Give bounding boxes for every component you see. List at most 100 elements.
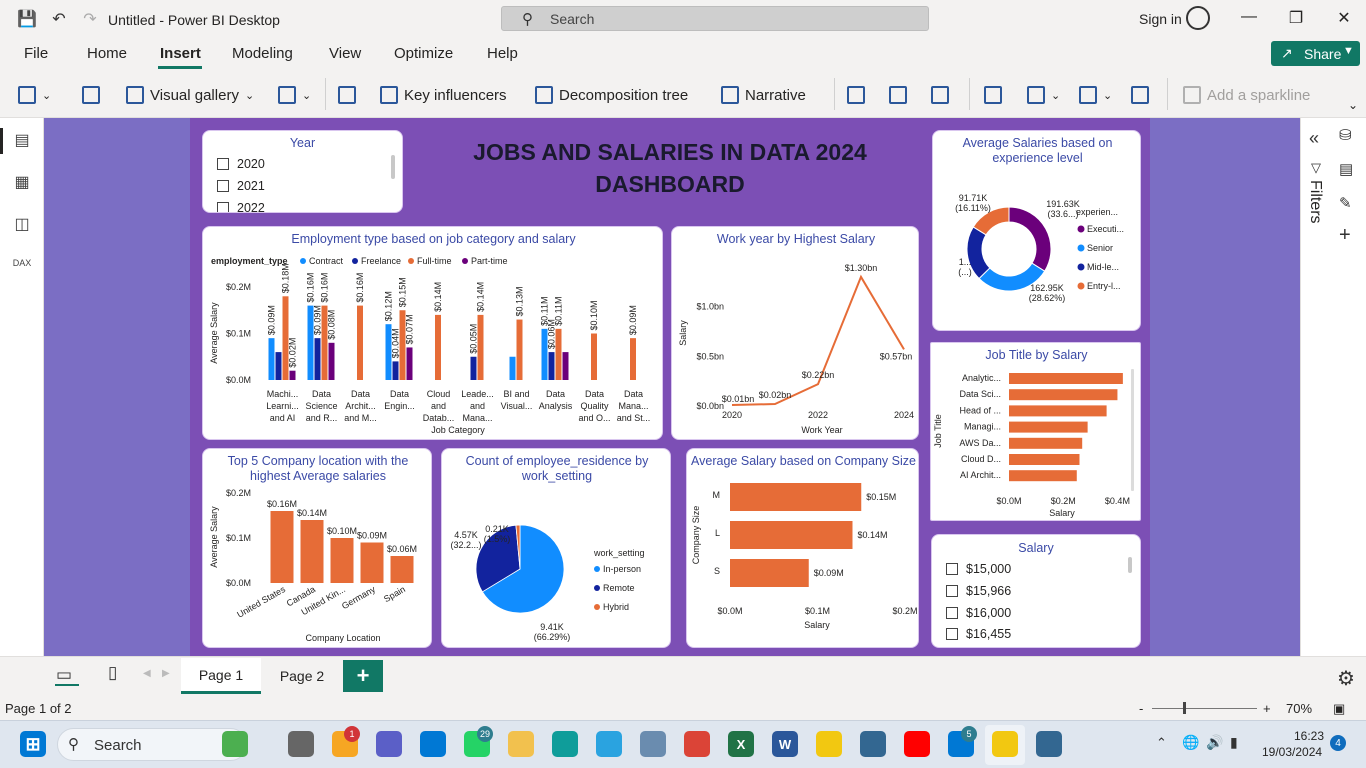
- residence-pie-card[interactable]: Count of employee_residence by work_setti…: [441, 448, 671, 648]
- tab-page-1[interactable]: Page 1: [181, 658, 261, 694]
- zoom-slider-handle[interactable]: [1183, 702, 1186, 714]
- year-slicer[interactable]: Year 2020 2021 2022: [202, 130, 403, 213]
- decomposition-tree-button[interactable]: Decomposition tree: [535, 86, 688, 104]
- collapse-pane-icon[interactable]: «: [1309, 128, 1319, 149]
- dax-query-view-icon[interactable]: DAX: [12, 258, 32, 276]
- qa-button[interactable]: [338, 86, 356, 104]
- menu-insert[interactable]: Insert: [160, 45, 201, 62]
- windows-start-icon[interactable]: ⊞: [20, 731, 46, 757]
- tab-page-2[interactable]: Page 2: [263, 658, 341, 694]
- scrollbar[interactable]: [1128, 557, 1132, 573]
- minimize-icon[interactable]: —: [1239, 8, 1259, 26]
- chrome-icon[interactable]: [684, 731, 710, 757]
- checkbox[interactable]: [217, 180, 229, 192]
- menu-optimize[interactable]: Optimize: [394, 45, 453, 62]
- jobtitle-chart-card[interactable]: Job Title by Salary Analytic... Data Sci..…: [930, 342, 1141, 521]
- model-view-icon[interactable]: ◫: [12, 214, 32, 233]
- image-button[interactable]: [1131, 86, 1149, 104]
- fit-to-page-icon[interactable]: ▣: [1333, 701, 1345, 717]
- task-view-icon[interactable]: [288, 731, 314, 757]
- redo-icon[interactable]: ↷: [80, 9, 100, 29]
- menu-view[interactable]: View: [329, 45, 361, 62]
- report-view-icon[interactable]: ▤: [12, 130, 32, 149]
- experience-donut-card[interactable]: Average Salaries based on experience leve…: [932, 130, 1141, 331]
- checkbox[interactable]: [946, 628, 958, 640]
- format-pane-icon[interactable]: ✎: [1339, 194, 1352, 212]
- bar-chart-button[interactable]: [82, 86, 100, 104]
- checkbox[interactable]: [217, 158, 229, 170]
- table-view-icon[interactable]: ▦: [12, 172, 32, 191]
- search-input[interactable]: ⚲ Search: [501, 6, 929, 31]
- companysize-chart-card[interactable]: Average Salary based on Company Size M $0.…: [686, 448, 919, 648]
- app-icon[interactable]: [640, 731, 666, 757]
- narrative-button[interactable]: Narrative: [721, 86, 806, 104]
- filters-pane-label[interactable]: Filters: [1306, 180, 1324, 224]
- word-icon[interactable]: W: [772, 731, 798, 757]
- menu-home[interactable]: Home: [87, 45, 127, 62]
- menu-modeling[interactable]: Modeling: [232, 45, 293, 62]
- user-avatar-icon[interactable]: [1186, 6, 1210, 30]
- restore-icon[interactable]: ❐: [1286, 8, 1306, 28]
- checkbox[interactable]: [946, 585, 958, 597]
- powerbi-icon[interactable]: [816, 731, 842, 757]
- power-apps-button[interactable]: [889, 86, 907, 104]
- slicer-item[interactable]: $15,000: [946, 562, 1011, 576]
- battery-icon[interactable]: ▮: [1230, 734, 1238, 751]
- telegram-icon[interactable]: [596, 731, 622, 757]
- settings-gear-icon[interactable]: ⚙: [1337, 666, 1355, 691]
- file-explorer-icon[interactable]: [508, 731, 534, 757]
- paginated-report-button[interactable]: [847, 86, 865, 104]
- employment-chart-card[interactable]: Employment type based on job category an…: [202, 226, 663, 440]
- store-icon[interactable]: [420, 731, 446, 757]
- more-visuals-button[interactable]: ⌄: [278, 86, 311, 104]
- slicer-item[interactable]: $15,966: [946, 584, 1011, 598]
- buttons-button[interactable]: ⌄: [1027, 86, 1060, 104]
- data-pane-icon[interactable]: ⛁: [1339, 126, 1352, 144]
- notification-count[interactable]: 4: [1330, 735, 1346, 751]
- share-button[interactable]: ↗ Share ▼: [1271, 41, 1360, 66]
- scroll-right-icon[interactable]: ▶: [162, 668, 170, 679]
- postgres-icon[interactable]: [860, 731, 886, 757]
- scroll-left-icon[interactable]: ◀: [143, 668, 151, 679]
- postgres-admin-icon[interactable]: [1036, 731, 1062, 757]
- youtube-icon[interactable]: [904, 731, 930, 757]
- checkbox[interactable]: [946, 563, 958, 575]
- ribbon-collapse-button[interactable]: ⌄: [1348, 98, 1358, 112]
- desktop-layout-icon[interactable]: ▭: [56, 665, 72, 685]
- add-page-button[interactable]: +: [343, 660, 383, 692]
- network-icon[interactable]: 🌐: [1182, 734, 1199, 751]
- menu-help[interactable]: Help: [487, 45, 518, 62]
- visualizations-pane-icon[interactable]: ▤: [1339, 160, 1353, 178]
- slicer-item[interactable]: 2020: [217, 157, 265, 171]
- slicer-item[interactable]: $16,000: [946, 606, 1011, 620]
- visual-gallery-button[interactable]: Visual gallery ⌄: [126, 86, 254, 104]
- sign-in-link[interactable]: Sign in: [1139, 11, 1182, 27]
- taskbar-search[interactable]: ⚲ Search: [57, 728, 247, 761]
- add-sparkline-button[interactable]: Add a sparkline: [1183, 86, 1310, 104]
- teams-icon[interactable]: [376, 731, 402, 757]
- salary-slicer[interactable]: Salary $15,000 $15,966 $16,000 $16,455: [931, 534, 1141, 648]
- text-box-button[interactable]: [984, 86, 1002, 104]
- menu-file[interactable]: File: [24, 45, 48, 62]
- save-icon[interactable]: 💾: [17, 9, 37, 29]
- zoom-slider[interactable]: [1152, 708, 1257, 709]
- new-visual-button[interactable]: ⌄: [18, 86, 51, 104]
- tray-chevron-icon[interactable]: ⌃: [1156, 735, 1167, 751]
- add-pane-icon[interactable]: +: [1339, 224, 1351, 247]
- close-icon[interactable]: ✕: [1334, 8, 1354, 28]
- checkbox[interactable]: [946, 607, 958, 619]
- workyear-chart-card[interactable]: Work year by Highest Salary $0.0bn $0.5bn $…: [671, 226, 919, 440]
- slicer-item[interactable]: 2021: [217, 179, 265, 193]
- powerbi-active-icon[interactable]: [992, 731, 1018, 757]
- location-chart-card[interactable]: Top 5 Company location with the highest A…: [202, 448, 432, 648]
- scrollbar[interactable]: [391, 155, 395, 179]
- zoom-in-button[interactable]: +: [1263, 701, 1271, 716]
- clock-date[interactable]: 19/03/2024: [1262, 745, 1322, 759]
- undo-icon[interactable]: ↶: [49, 9, 69, 29]
- key-influencers-button[interactable]: Key influencers: [380, 86, 507, 104]
- zoom-out-button[interactable]: -: [1139, 701, 1143, 716]
- frog-widget-icon[interactable]: [222, 731, 248, 757]
- mobile-layout-icon[interactable]: ▯: [108, 663, 117, 683]
- shapes-button[interactable]: ⌄: [1079, 86, 1112, 104]
- edge-icon[interactable]: [552, 731, 578, 757]
